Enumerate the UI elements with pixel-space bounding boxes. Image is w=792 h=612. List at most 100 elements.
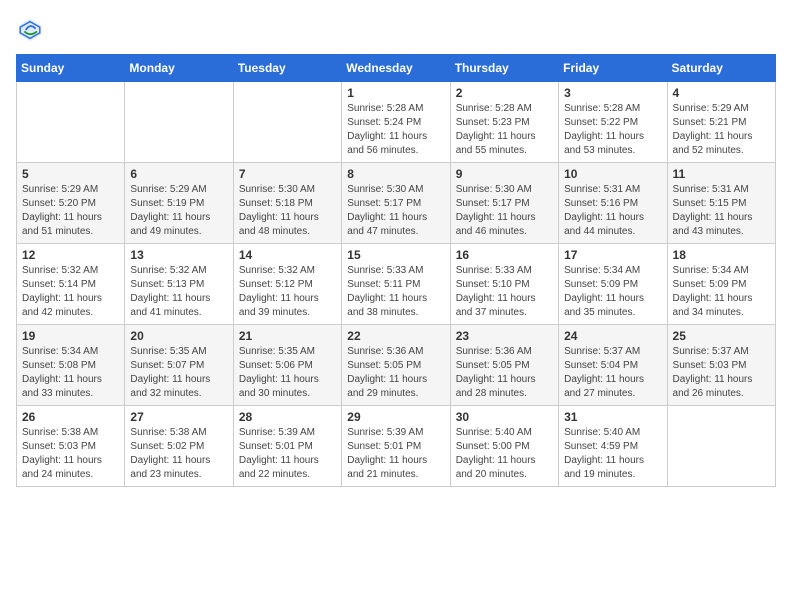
calendar-week-row: 12 Sunrise: 5:32 AM Sunset: 5:14 PM Dayli… (17, 244, 776, 325)
day-info: Sunrise: 5:36 AM Sunset: 5:05 PM Dayligh… (456, 345, 553, 401)
day-info: Sunrise: 5:34 AM Sunset: 5:08 PM Dayligh… (22, 345, 119, 401)
day-info: Sunrise: 5:31 AM Sunset: 5:16 PM Dayligh… (564, 183, 661, 239)
calendar-day-cell: 20 Sunrise: 5:35 AM Sunset: 5:07 PM Dayli… (125, 325, 233, 406)
calendar-day-cell: 31 Sunrise: 5:40 AM Sunset: 4:59 PM Dayli… (559, 406, 667, 487)
day-number: 26 (22, 410, 119, 424)
calendar-day-cell: 23 Sunrise: 5:36 AM Sunset: 5:05 PM Dayli… (450, 325, 558, 406)
day-info: Sunrise: 5:39 AM Sunset: 5:01 PM Dayligh… (239, 426, 336, 482)
day-number: 25 (673, 329, 770, 343)
day-number: 14 (239, 248, 336, 262)
calendar-day-cell (233, 82, 341, 163)
day-info: Sunrise: 5:29 AM Sunset: 5:19 PM Dayligh… (130, 183, 227, 239)
calendar-day-cell: 14 Sunrise: 5:32 AM Sunset: 5:12 PM Dayli… (233, 244, 341, 325)
day-info: Sunrise: 5:35 AM Sunset: 5:07 PM Dayligh… (130, 345, 227, 401)
day-info: Sunrise: 5:29 AM Sunset: 5:21 PM Dayligh… (673, 102, 770, 158)
day-info: Sunrise: 5:30 AM Sunset: 5:17 PM Dayligh… (347, 183, 444, 239)
day-number: 24 (564, 329, 661, 343)
day-info: Sunrise: 5:35 AM Sunset: 5:06 PM Dayligh… (239, 345, 336, 401)
day-info: Sunrise: 5:29 AM Sunset: 5:20 PM Dayligh… (22, 183, 119, 239)
day-info: Sunrise: 5:28 AM Sunset: 5:23 PM Dayligh… (456, 102, 553, 158)
day-number: 4 (673, 86, 770, 100)
calendar-day-cell: 9 Sunrise: 5:30 AM Sunset: 5:17 PM Daylig… (450, 163, 558, 244)
day-info: Sunrise: 5:32 AM Sunset: 5:12 PM Dayligh… (239, 264, 336, 320)
day-info: Sunrise: 5:33 AM Sunset: 5:11 PM Dayligh… (347, 264, 444, 320)
day-number: 2 (456, 86, 553, 100)
day-info: Sunrise: 5:37 AM Sunset: 5:04 PM Dayligh… (564, 345, 661, 401)
calendar-day-cell: 4 Sunrise: 5:29 AM Sunset: 5:21 PM Daylig… (667, 82, 775, 163)
day-number: 5 (22, 167, 119, 181)
calendar-week-row: 19Sunrise: 5:34 AM Sunset: 5:08 PM Dayli… (17, 325, 776, 406)
day-info: Sunrise: 5:39 AM Sunset: 5:01 PM Dayligh… (347, 426, 444, 482)
page-header (16, 16, 776, 44)
calendar-day-cell: 13Sunrise: 5:32 AM Sunset: 5:13 PM Dayli… (125, 244, 233, 325)
calendar-table: SundayMondayTuesdayWednesdayThursdayFrid… (16, 54, 776, 487)
day-number: 10 (564, 167, 661, 181)
day-info: Sunrise: 5:30 AM Sunset: 5:17 PM Dayligh… (456, 183, 553, 239)
calendar-header-row: SundayMondayTuesdayWednesdayThursdayFrid… (17, 55, 776, 82)
day-number: 3 (564, 86, 661, 100)
day-number: 21 (239, 329, 336, 343)
day-number: 6 (130, 167, 227, 181)
day-number: 20 (130, 329, 227, 343)
day-info: Sunrise: 5:28 AM Sunset: 5:24 PM Dayligh… (347, 102, 444, 158)
day-info: Sunrise: 5:40 AM Sunset: 4:59 PM Dayligh… (564, 426, 661, 482)
calendar-day-cell: 5 Sunrise: 5:29 AM Sunset: 5:20 PM Daylig… (17, 163, 125, 244)
weekday-header-wednesday: Wednesday (342, 55, 450, 82)
day-info: Sunrise: 5:36 AM Sunset: 5:05 PM Dayligh… (347, 345, 444, 401)
day-number: 23 (456, 329, 553, 343)
calendar-day-cell: 27Sunrise: 5:38 AM Sunset: 5:02 PM Dayli… (125, 406, 233, 487)
calendar-day-cell: 10 Sunrise: 5:31 AM Sunset: 5:16 PM Dayli… (559, 163, 667, 244)
logo-icon (16, 16, 44, 44)
calendar-week-row: 1 Sunrise: 5:28 AM Sunset: 5:24 PM Daylig… (17, 82, 776, 163)
calendar-day-cell: 25 Sunrise: 5:37 AM Sunset: 5:03 PM Dayli… (667, 325, 775, 406)
day-info: Sunrise: 5:31 AM Sunset: 5:15 PM Dayligh… (673, 183, 770, 239)
logo (16, 16, 46, 44)
day-number: 31 (564, 410, 661, 424)
calendar-day-cell: 16Sunrise: 5:33 AM Sunset: 5:10 PM Dayli… (450, 244, 558, 325)
calendar-day-cell: 2 Sunrise: 5:28 AM Sunset: 5:23 PM Daylig… (450, 82, 558, 163)
calendar-day-cell: 24 Sunrise: 5:37 AM Sunset: 5:04 PM Dayli… (559, 325, 667, 406)
calendar-day-cell: 28 Sunrise: 5:39 AM Sunset: 5:01 PM Dayli… (233, 406, 341, 487)
day-info: Sunrise: 5:34 AM Sunset: 5:09 PM Dayligh… (673, 264, 770, 320)
day-number: 30 (456, 410, 553, 424)
day-number: 16 (456, 248, 553, 262)
calendar-day-cell: 11Sunrise: 5:31 AM Sunset: 5:15 PM Dayli… (667, 163, 775, 244)
calendar-day-cell: 6 Sunrise: 5:29 AM Sunset: 5:19 PM Daylig… (125, 163, 233, 244)
day-number: 1 (347, 86, 444, 100)
weekday-header-tuesday: Tuesday (233, 55, 341, 82)
calendar-day-cell: 12 Sunrise: 5:32 AM Sunset: 5:14 PM Dayli… (17, 244, 125, 325)
day-number: 28 (239, 410, 336, 424)
day-number: 9 (456, 167, 553, 181)
calendar-week-row: 26 Sunrise: 5:38 AM Sunset: 5:03 PM Dayli… (17, 406, 776, 487)
calendar-day-cell: 30 Sunrise: 5:40 AM Sunset: 5:00 PM Dayli… (450, 406, 558, 487)
day-number: 29 (347, 410, 444, 424)
calendar-day-cell: 7Sunrise: 5:30 AM Sunset: 5:18 PM Daylig… (233, 163, 341, 244)
day-number: 12 (22, 248, 119, 262)
day-number: 8 (347, 167, 444, 181)
calendar-day-cell: 1 Sunrise: 5:28 AM Sunset: 5:24 PM Daylig… (342, 82, 450, 163)
day-number: 22 (347, 329, 444, 343)
day-info: Sunrise: 5:40 AM Sunset: 5:00 PM Dayligh… (456, 426, 553, 482)
day-number: 18 (673, 248, 770, 262)
calendar-day-cell: 29 Sunrise: 5:39 AM Sunset: 5:01 PM Dayli… (342, 406, 450, 487)
weekday-header-monday: Monday (125, 55, 233, 82)
weekday-header-thursday: Thursday (450, 55, 558, 82)
calendar-day-cell (17, 82, 125, 163)
calendar-day-cell: 8 Sunrise: 5:30 AM Sunset: 5:17 PM Daylig… (342, 163, 450, 244)
calendar-day-cell: 21 Sunrise: 5:35 AM Sunset: 5:06 PM Dayli… (233, 325, 341, 406)
calendar-week-row: 5 Sunrise: 5:29 AM Sunset: 5:20 PM Daylig… (17, 163, 776, 244)
calendar-day-cell: 17 Sunrise: 5:34 AM Sunset: 5:09 PM Dayli… (559, 244, 667, 325)
day-info: Sunrise: 5:34 AM Sunset: 5:09 PM Dayligh… (564, 264, 661, 320)
calendar-day-cell: 19Sunrise: 5:34 AM Sunset: 5:08 PM Dayli… (17, 325, 125, 406)
day-info: Sunrise: 5:37 AM Sunset: 5:03 PM Dayligh… (673, 345, 770, 401)
weekday-header-saturday: Saturday (667, 55, 775, 82)
calendar-day-cell: 22 Sunrise: 5:36 AM Sunset: 5:05 PM Dayli… (342, 325, 450, 406)
day-info: Sunrise: 5:38 AM Sunset: 5:03 PM Dayligh… (22, 426, 119, 482)
weekday-header-sunday: Sunday (17, 55, 125, 82)
calendar-day-cell: 15 Sunrise: 5:33 AM Sunset: 5:11 PM Dayli… (342, 244, 450, 325)
calendar-day-cell (667, 406, 775, 487)
day-number: 17 (564, 248, 661, 262)
day-number: 15 (347, 248, 444, 262)
day-info: Sunrise: 5:30 AM Sunset: 5:18 PM Dayligh… (239, 183, 336, 239)
day-info: Sunrise: 5:32 AM Sunset: 5:14 PM Dayligh… (22, 264, 119, 320)
